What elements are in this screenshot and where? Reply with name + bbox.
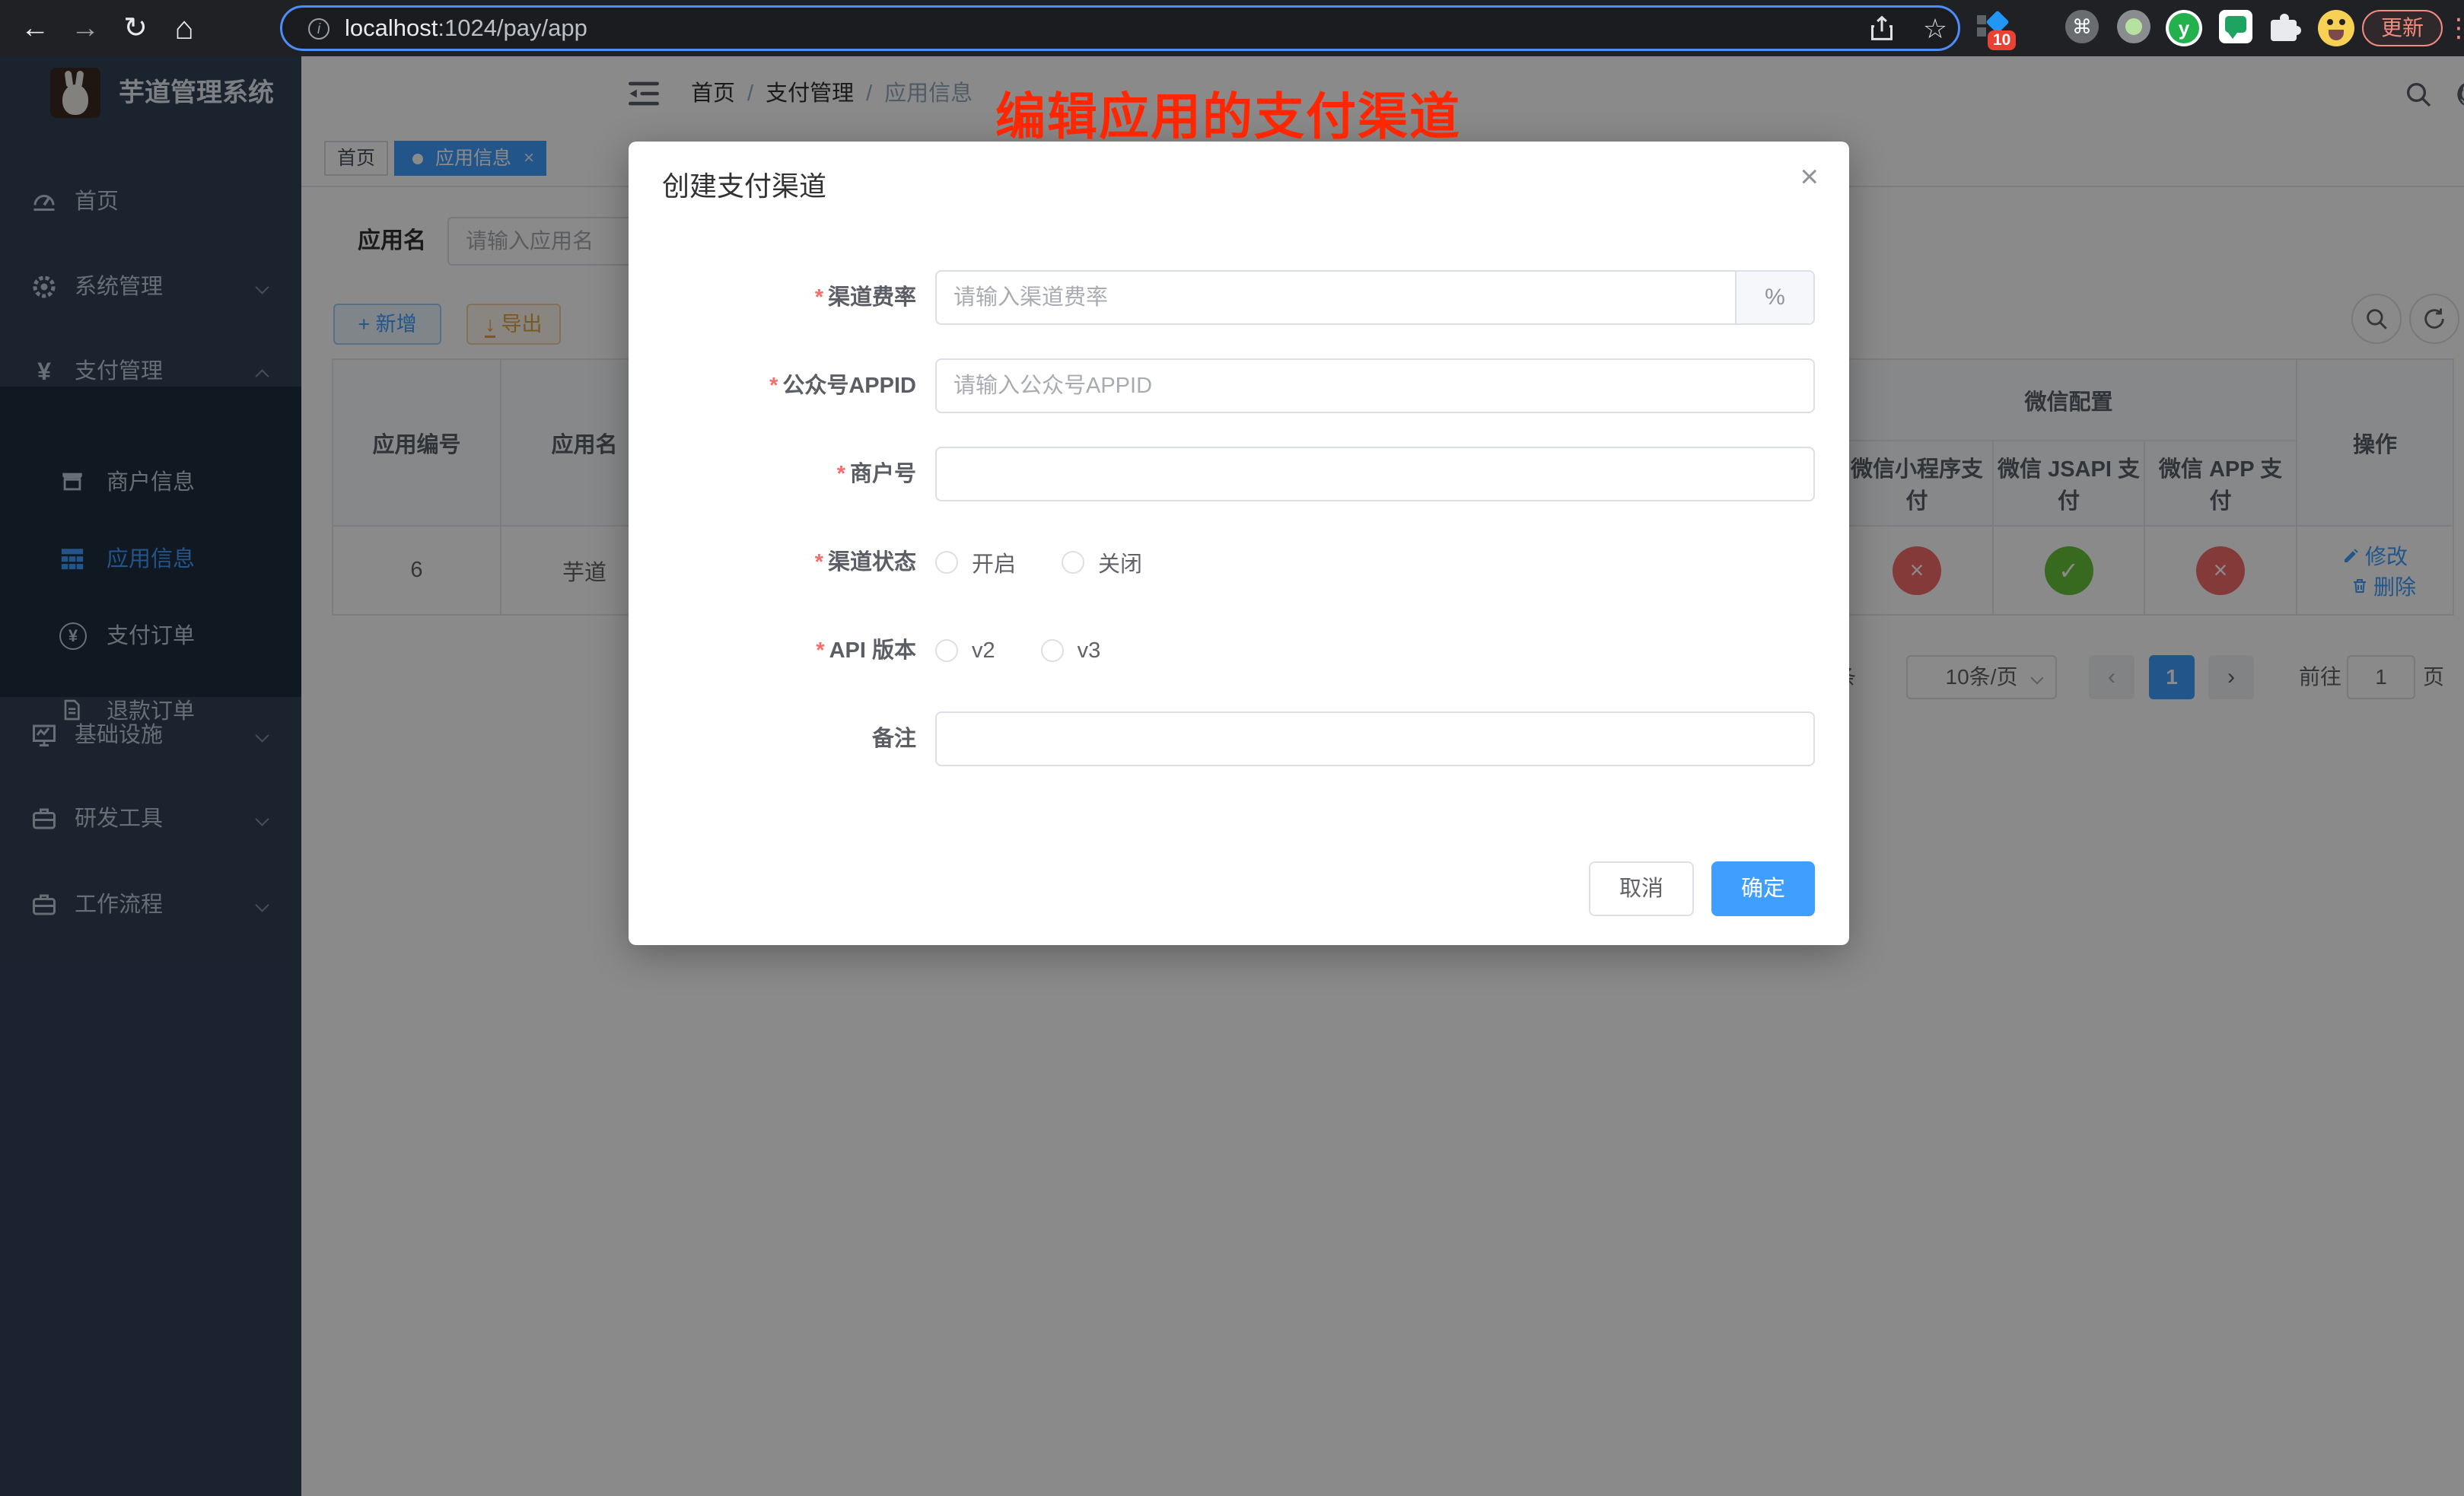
form-row-merchant-id: *商户号 — [629, 447, 1849, 501]
url-text[interactable]: localhost:1024/pay/app — [345, 8, 587, 49]
radio-status-closed[interactable] — [1062, 551, 1084, 574]
extension-circle-icon[interactable] — [2117, 10, 2150, 43]
percent-suffix: % — [1735, 272, 1813, 323]
cancel-button[interactable]: 取消 — [1589, 861, 1694, 916]
radio-api-v2[interactable] — [935, 639, 958, 662]
channel-rate-input[interactable] — [935, 270, 1815, 325]
extension-chat-icon[interactable] — [2219, 10, 2252, 43]
url-path: :1024/pay/app — [438, 14, 587, 41]
create-payment-channel-dialog: 创建支付渠道 × *渠道费率 % *公众号APPID *商户号 *渠道状态 开启… — [629, 142, 1849, 945]
form-row-channel-status: *渠道状态 开启 关闭 — [629, 535, 1849, 590]
official-account-appid-input[interactable] — [935, 358, 1815, 413]
merchant-id-input[interactable] — [935, 447, 1815, 501]
close-icon[interactable]: × — [1800, 158, 1819, 195]
url-host: localhost — [345, 14, 438, 41]
browser-back-icon[interactable]: ← — [14, 0, 56, 56]
browser-home-icon[interactable]: ⌂ — [163, 0, 205, 56]
radio-api-v2-label[interactable]: v2 — [972, 638, 995, 664]
profile-emoji-avatar[interactable] — [2318, 10, 2354, 46]
form-row-appid: *公众号APPID — [629, 358, 1849, 413]
browser-forward-icon[interactable]: → — [64, 0, 107, 56]
extension-yudao-icon[interactable]: y — [2166, 10, 2202, 46]
browser-toolbar: ← → ↻ ⌂ i localhost:1024/pay/app ☆ 10 ⌘ … — [0, 0, 2464, 56]
address-bar[interactable]: i localhost:1024/pay/app ☆ — [280, 5, 1960, 51]
bookmark-star-icon[interactable]: ☆ — [1920, 14, 1950, 44]
radio-api-v3-label[interactable]: v3 — [1078, 638, 1101, 664]
extension-badge: 10 — [1988, 30, 2016, 50]
remark-input[interactable] — [935, 711, 1815, 766]
form-row-channel-rate: *渠道费率 % — [629, 270, 1849, 325]
radio-status-closed-label[interactable]: 关闭 — [1098, 546, 1142, 578]
confirm-button[interactable]: 确定 — [1711, 861, 1815, 916]
browser-menu-kebab-icon[interactable]: ⋮ — [2446, 0, 2464, 56]
form-row-remark: 备注 — [629, 711, 1849, 766]
radio-status-open-label[interactable]: 开启 — [972, 546, 1016, 578]
share-icon[interactable] — [1867, 14, 1897, 44]
dialog-title: 创建支付渠道 — [662, 164, 826, 204]
radio-api-v3[interactable] — [1041, 639, 1064, 662]
form-row-api-version: *API 版本 v2 v3 — [629, 623, 1849, 678]
annotation-text: 编辑应用的支付渠道 — [995, 76, 1461, 149]
chrome-update-button[interactable]: 更新 — [2362, 10, 2443, 46]
site-info-icon[interactable]: i — [308, 18, 329, 40]
radio-status-open[interactable] — [935, 551, 958, 574]
browser-reload-icon[interactable]: ↻ — [114, 0, 157, 56]
extension-command-icon[interactable]: ⌘ — [2065, 10, 2099, 43]
